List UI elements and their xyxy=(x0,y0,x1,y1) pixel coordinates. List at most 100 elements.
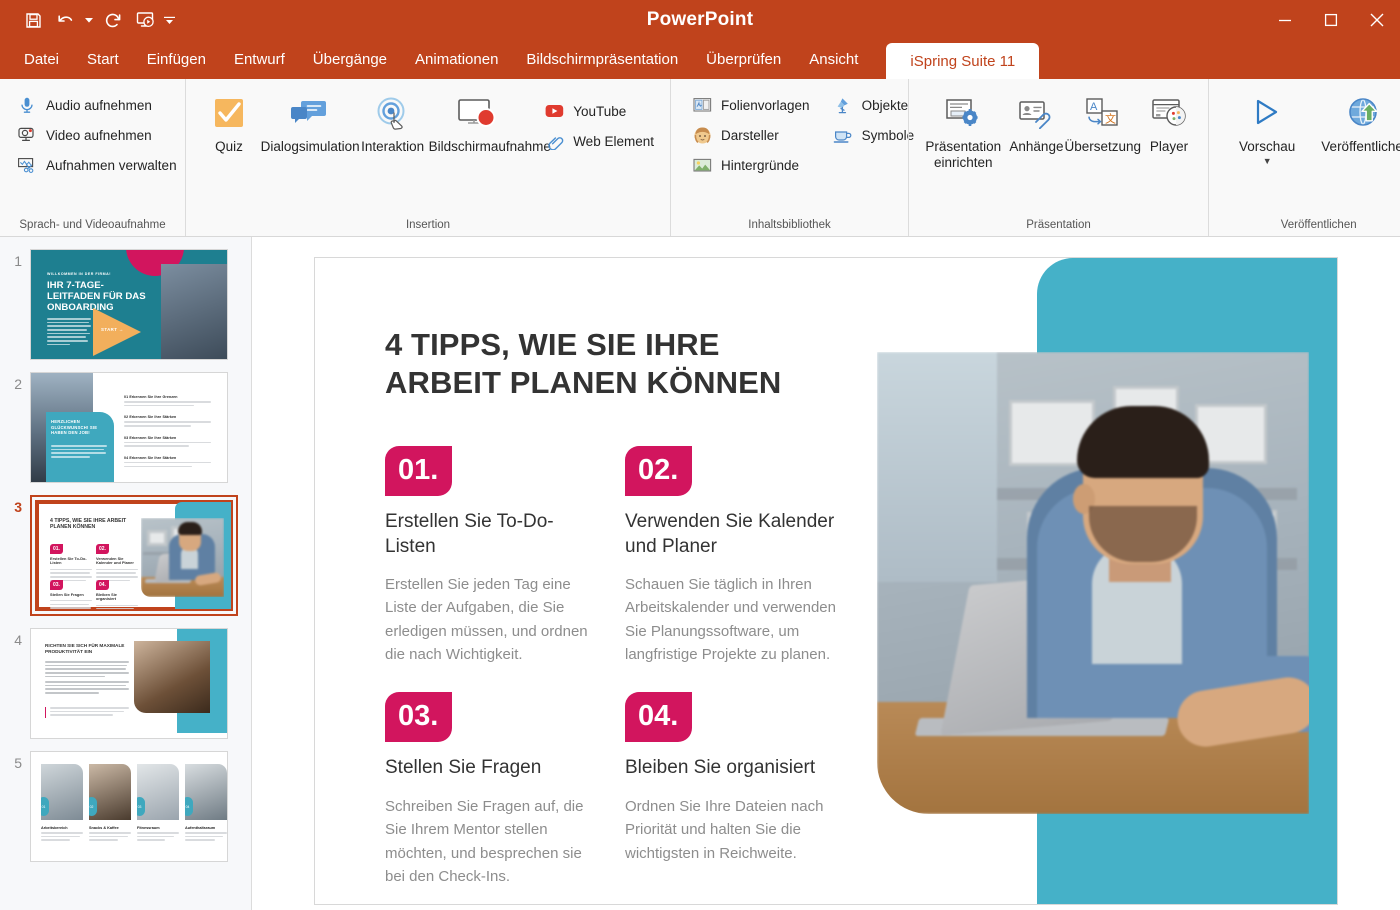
tab-einfuegen[interactable]: Einfügen xyxy=(133,40,220,79)
tip-body: Schreiben Sie Fragen auf, die Sie Ihrem … xyxy=(385,798,584,885)
list-item: 03 Erkennen Sie Ihre Stärken xyxy=(124,436,219,447)
minimize-icon[interactable] xyxy=(1262,0,1308,40)
slide5-card-list: 01 Arbeitsbereich 02 Snacks & Kaffee 03 xyxy=(41,764,227,843)
thumbnail-row-5[interactable]: 5 01 Arbeitsbereich 02 Snacks & Kaffee 0… xyxy=(0,751,251,862)
characters-label: Darsteller xyxy=(721,127,779,143)
interaction-button[interactable]: Interaktion xyxy=(359,89,426,157)
manage-recordings-label: Aufnahmen verwalten xyxy=(46,157,177,173)
redo-icon[interactable] xyxy=(98,6,128,34)
undo-icon[interactable] xyxy=(50,6,80,34)
list-item: 02 Erkennen Sie Ihre Stärken xyxy=(124,415,219,427)
record-audio-label: Audio aufnehmen xyxy=(46,97,152,113)
content-library-col2: Objekte Symbole xyxy=(826,89,921,149)
thumbnail-number: 1 xyxy=(14,253,22,269)
list-item: 03 Fitnessraum xyxy=(137,764,179,843)
slide-thumbnail-pane[interactable]: 1 WILLKOMMEN IN DER FIRMA! IHR 7-TAGE-LE… xyxy=(0,237,252,910)
backgrounds-button[interactable]: Hintergründe xyxy=(685,151,816,179)
tip-badge: 01. xyxy=(385,446,453,496)
youtube-button[interactable]: YouTube xyxy=(537,97,660,125)
tip-card-4[interactable]: 04. Bleiben Sie organisiert Ordnen Sie I… xyxy=(625,692,865,888)
tip-card-2[interactable]: 02. Verwenden Sie Kalender und Planer Sc… xyxy=(625,446,865,666)
player-button[interactable]: Player xyxy=(1140,89,1198,157)
svg-text:A: A xyxy=(1090,101,1098,113)
publish-globe-icon xyxy=(1344,91,1388,135)
tab-entwurf[interactable]: Entwurf xyxy=(220,40,299,79)
list-item: 02 Snacks & Kaffee xyxy=(89,764,131,843)
thumbnail-number: 3 xyxy=(14,499,22,515)
slide-photo[interactable] xyxy=(877,352,1309,814)
backgrounds-icon xyxy=(691,154,713,176)
manage-recordings-button[interactable]: Aufnahmen verwalten xyxy=(10,151,183,179)
attachments-icon xyxy=(1014,91,1058,135)
tab-bildschirmpraesentation[interactable]: Bildschirmpräsentation xyxy=(512,40,692,79)
publish-label: Veröffentlichen xyxy=(1321,139,1400,154)
characters-button[interactable]: Darsteller xyxy=(685,121,816,149)
thumbnail-slide-2[interactable]: HERZLICHEN GLÜCKWUNSCH! SIE HABEN DEN JO… xyxy=(30,372,228,483)
undo-dropdown-icon[interactable] xyxy=(82,6,96,34)
ribbon-group-label-presentation: Präsentation xyxy=(1026,219,1091,231)
publish-button[interactable]: Veröffentlichen xyxy=(1313,89,1400,157)
presentation-setup-icon xyxy=(941,91,985,135)
thumbnail-slide-3[interactable]: 4 TIPPS, WIE SIE IHRE ARBEIT PLANEN KÖNN… xyxy=(35,500,233,611)
edit-recordings-icon xyxy=(16,154,38,176)
slide3-mini-title: 4 TIPPS, WIE SIE IHRE ARBEIT PLANEN KÖNN… xyxy=(50,518,127,531)
slide4-mini-title: RICHTEN SIE SICH FÜR MAXIMALE PRODUKTIVI… xyxy=(45,643,125,654)
customize-qat-icon[interactable] xyxy=(162,6,176,34)
slide-title[interactable]: 4 TIPPS, WIE SIE IHRE ARBEIT PLANEN KÖNN… xyxy=(385,326,805,402)
start-slideshow-icon[interactable] xyxy=(130,6,160,34)
ribbon-tabs: Datei Start Einfügen Entwurf Übergänge A… xyxy=(0,40,1400,79)
backgrounds-label: Hintergründe xyxy=(721,157,800,173)
current-slide[interactable]: 4 TIPPS, WIE SIE IHRE ARBEIT PLANEN KÖNN… xyxy=(314,257,1338,905)
icons-button[interactable]: Symbole xyxy=(826,121,921,149)
record-audio-button[interactable]: Audio aufnehmen xyxy=(10,91,183,119)
dialog-simulation-icon xyxy=(287,91,331,135)
slide1-paragraph xyxy=(47,318,91,348)
screen-recording-button[interactable]: Bildschirmaufnahme xyxy=(429,89,551,157)
save-icon[interactable] xyxy=(18,6,48,34)
ribbon-group-label-publish: Veröffentlichen xyxy=(1280,219,1357,231)
objects-label: Objekte xyxy=(861,97,909,113)
maximize-icon[interactable] xyxy=(1308,0,1354,40)
interaction-label: Interaktion xyxy=(361,139,425,154)
chevron-down-icon[interactable]: ▼ xyxy=(1263,157,1272,166)
dialog-simulation-label: Dialogsimulation xyxy=(260,139,360,154)
insertion-small-list: YouTube Web Element xyxy=(537,89,660,155)
dialog-simulation-button[interactable]: Dialogsimulation xyxy=(260,89,360,157)
tab-start[interactable]: Start xyxy=(73,40,133,79)
tip-card-3[interactable]: 03. Stellen Sie Fragen Schreiben Sie Fra… xyxy=(385,692,625,888)
tip-card-1[interactable]: 01. Erstellen Sie To-Do-Listen Erstellen… xyxy=(385,446,625,666)
preview-button[interactable]: Vorschau ▼ xyxy=(1231,89,1303,167)
translation-button[interactable]: A文 Übersetzung xyxy=(1064,89,1141,157)
ribbon-group-insertion: Quiz Dialogsimulation Interaktion Bildsc… xyxy=(185,79,670,236)
thumbnail-slide-5[interactable]: 01 Arbeitsbereich 02 Snacks & Kaffee 03 xyxy=(30,751,228,862)
presentation-setup-button[interactable]: Präsentation einrichten xyxy=(921,89,1005,173)
list-item: 01 Arbeitsbereich xyxy=(41,764,83,843)
tab-animationen[interactable]: Animationen xyxy=(401,40,512,79)
quiz-button[interactable]: Quiz xyxy=(200,89,258,157)
thumbnail-slide-4[interactable]: RICHTEN SIE SICH FÜR MAXIMALE PRODUKTIVI… xyxy=(30,628,228,739)
thumbnail-slide-1[interactable]: WILLKOMMEN IN DER FIRMA! IHR 7-TAGE-LEIT… xyxy=(30,249,228,360)
tab-uebergaenge[interactable]: Übergänge xyxy=(299,40,401,79)
content-library-col1: A Folienvorlagen Darsteller Hintergründe xyxy=(685,89,816,179)
attachments-button[interactable]: Anhänge xyxy=(1007,89,1065,157)
presentation-setup-label: Präsentation einrichten xyxy=(925,139,1002,171)
tab-ansicht[interactable]: Ansicht xyxy=(795,40,872,79)
ribbon-group-publish: Vorschau ▼ Veröffentlichen Veröffentlich… xyxy=(1208,79,1400,236)
thumbnail-row-3[interactable]: 3 4 TIPPS, WIE SIE IHRE ARBEIT PLANEN KÖ… xyxy=(0,495,251,616)
slide-editor-pane[interactable]: 4 TIPPS, WIE SIE IHRE ARBEIT PLANEN KÖNN… xyxy=(252,237,1400,910)
close-icon[interactable] xyxy=(1354,0,1400,40)
ribbon-group-label-insertion: Insertion xyxy=(405,219,451,231)
ribbon-group-content-library: A Folienvorlagen Darsteller Hintergründe… xyxy=(670,79,914,236)
tab-ueberpruefen[interactable]: Überprüfen xyxy=(692,40,795,79)
thumbnail-row-1[interactable]: 1 WILLKOMMEN IN DER FIRMA! IHR 7-TAGE-LE… xyxy=(0,249,251,360)
slide-templates-label: Folienvorlagen xyxy=(721,97,810,113)
record-video-button[interactable]: Video aufnehmen xyxy=(10,121,183,149)
tab-ispring-suite[interactable]: iSpring Suite 11 xyxy=(886,43,1040,79)
objects-button[interactable]: Objekte xyxy=(826,91,921,119)
web-element-button[interactable]: Web Element xyxy=(537,127,660,155)
thumbnail-row-4[interactable]: 4 RICHTEN SIE SICH FÜR MAXIMALE PRODUKTI… xyxy=(0,628,251,739)
preview-label: Vorschau xyxy=(1239,139,1296,154)
thumbnail-row-2[interactable]: 2 HERZLICHEN GLÜCKWUNSCH! SIE HABEN DEN … xyxy=(0,372,251,483)
slide-templates-button[interactable]: A Folienvorlagen xyxy=(685,91,816,119)
tab-datei[interactable]: Datei xyxy=(10,40,73,79)
